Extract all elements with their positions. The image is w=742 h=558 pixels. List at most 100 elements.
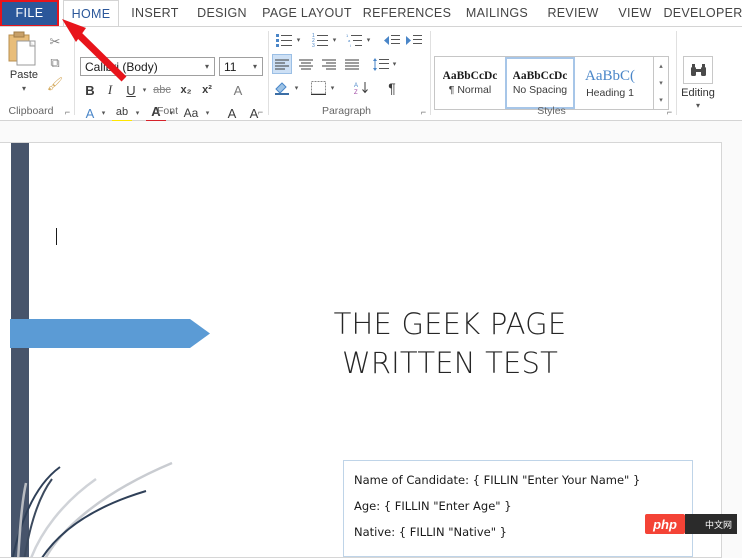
font-name-value: Calibri (Body) [85, 59, 158, 74]
bullets-caret-icon[interactable]: ▾ [294, 30, 303, 50]
svg-text:Z: Z [354, 90, 358, 95]
style-preview-normal: AaBbCcDc [442, 70, 498, 82]
bullets-button[interactable] [274, 30, 294, 50]
show-formatting-marks-button[interactable]: ¶ [382, 78, 402, 98]
fillin-fields-textbox[interactable]: Name of Candidate: { FILLIN "Enter Your … [343, 460, 693, 557]
tab-references[interactable]: REFERENCES [361, 0, 453, 26]
style-name-no-spacing: No Spacing [512, 84, 568, 96]
align-center-button[interactable] [296, 54, 316, 74]
line-spacing-caret-icon[interactable]: ▾ [390, 54, 399, 74]
clear-formatting-icon[interactable]: A [228, 80, 248, 100]
underline-caret-icon[interactable]: ▾ [140, 80, 149, 100]
tab-mailings-label: MAILINGS [465, 6, 529, 20]
styles-scroll-down-button[interactable]: ▾ [654, 74, 668, 91]
font-size-caret[interactable]: ▾ [248, 62, 262, 71]
multilevel-caret-icon[interactable]: ▾ [364, 30, 373, 50]
numbering-caret-icon[interactable]: ▾ [330, 30, 339, 50]
font-size-value: 11 [224, 59, 237, 74]
document-title[interactable]: THE GEEK PAGE WRITTEN TEST [240, 305, 660, 383]
justify-button[interactable] [342, 54, 362, 74]
tab-references-label: REFERENCES [362, 6, 452, 20]
tab-home-label: HOME [71, 6, 111, 21]
style-item-heading-1[interactable]: AaBbC( Heading 1 [575, 57, 645, 109]
group-separator-3 [430, 31, 431, 115]
tab-review-label: REVIEW [547, 6, 599, 20]
style-preview-heading-1: AaBbC( [585, 67, 635, 84]
tab-insert-label: INSERT [131, 6, 179, 20]
font-dialog-launcher[interactable]: ⌐ [255, 107, 266, 118]
style-name-heading-1: Heading 1 [586, 86, 634, 99]
style-item-normal[interactable]: AaBbCcDc ¶ Normal [435, 57, 505, 109]
align-right-button[interactable] [319, 54, 339, 74]
tab-file-label: FILE [15, 6, 44, 20]
watermark-site-text: 中文网 [704, 519, 732, 530]
tab-insert[interactable]: INSERT [126, 0, 184, 26]
group-separator-2 [268, 31, 269, 115]
group-label-styles: Styles [537, 105, 566, 117]
paste-label: Paste [9, 69, 39, 81]
fillin-line-native: Native: { FILLIN "Native" } [354, 525, 507, 539]
right-gutter [722, 121, 742, 558]
sort-button[interactable]: AZ [352, 78, 372, 98]
borders-caret-icon[interactable]: ▾ [328, 78, 337, 98]
php-logo: php [645, 514, 685, 534]
paragraph-dialog-launcher[interactable]: ⌐ [418, 107, 429, 118]
find-binoculars-icon[interactable] [683, 56, 713, 84]
group-label-paragraph: Paragraph [321, 105, 372, 117]
tab-page-layout-label: PAGE LAYOUT [262, 6, 352, 20]
svg-text:i: i [350, 43, 351, 47]
fillin-line-name: Name of Candidate: { FILLIN "Enter Your … [354, 473, 641, 487]
italic-button[interactable]: I [100, 80, 120, 100]
editing-label: Editing [681, 87, 715, 99]
subscript-button[interactable]: x₂ [176, 80, 196, 100]
text-cursor [56, 228, 57, 245]
tab-mailings[interactable]: MAILINGS [458, 0, 536, 26]
line-spacing-button[interactable] [371, 54, 391, 74]
svg-text:3: 3 [312, 43, 315, 47]
svg-text:A: A [354, 83, 358, 89]
cut-icon[interactable]: ✂ [46, 33, 64, 51]
tab-view[interactable]: VIEW [610, 0, 660, 26]
clipboard-dialog-launcher[interactable]: ⌐ [62, 107, 73, 118]
increase-indent-button[interactable] [404, 30, 424, 50]
style-preview-no-spacing: AaBbCcDc [512, 70, 568, 82]
font-name-caret[interactable]: ▾ [200, 62, 214, 71]
tab-file[interactable]: FILE [2, 1, 57, 25]
tab-view-label: VIEW [618, 6, 652, 20]
group-label-font: Font [156, 105, 178, 117]
watermark: php 中文网 [645, 513, 737, 535]
document-title-line-2: WRITTEN TEST [341, 346, 559, 380]
tab-review[interactable]: REVIEW [541, 0, 605, 26]
ribbon: Paste ▾ ✂ ⧉ 🖌 Clipboard ⌐ Calibri (Body)… [0, 26, 742, 123]
format-painter-icon[interactable]: 🖌 [46, 75, 64, 93]
styles-scrollbar[interactable]: ▴ ▾ ▾ [654, 56, 669, 110]
group-label-clipboard: Clipboard [8, 105, 54, 117]
tab-page-layout[interactable]: PAGE LAYOUT [258, 0, 356, 26]
paste-dropdown-caret[interactable]: ▾ [4, 84, 44, 93]
underline-button[interactable]: U [121, 80, 141, 100]
align-left-button[interactable] [272, 54, 292, 74]
php-logo-label: php [653, 516, 677, 532]
copy-icon[interactable]: ⧉ [46, 54, 64, 72]
borders-button[interactable] [308, 78, 328, 98]
multilevel-list-button[interactable]: 1ai [344, 30, 364, 50]
shading-button[interactable] [272, 78, 292, 98]
watermark-site-label: 中文网 [685, 514, 737, 534]
font-size-combobox[interactable]: 11 ▾ [219, 57, 263, 76]
strikethrough-button[interactable]: abc [152, 80, 172, 100]
numbering-button[interactable]: 123 [310, 30, 330, 50]
tab-design[interactable]: DESIGN [191, 0, 253, 26]
bold-button[interactable]: B [80, 80, 100, 100]
font-name-combobox[interactable]: Calibri (Body) ▾ [80, 57, 215, 76]
superscript-button[interactable]: x² [197, 80, 217, 100]
paste-icon[interactable] [8, 31, 38, 67]
style-item-no-spacing[interactable]: AaBbCcDc No Spacing [505, 57, 575, 109]
decrease-indent-button[interactable] [382, 30, 402, 50]
editing-dropdown-caret[interactable]: ▾ [672, 101, 724, 110]
document-title-line-1: THE GEEK PAGE [333, 307, 567, 341]
tab-home[interactable]: HOME [63, 0, 119, 26]
document-page[interactable]: THE GEEK PAGE WRITTEN TEST Name of Candi… [0, 142, 722, 558]
tab-developer[interactable]: DEVELOPER [663, 0, 742, 26]
styles-scroll-up-button[interactable]: ▴ [654, 57, 668, 74]
shading-caret-icon[interactable]: ▾ [292, 78, 301, 98]
